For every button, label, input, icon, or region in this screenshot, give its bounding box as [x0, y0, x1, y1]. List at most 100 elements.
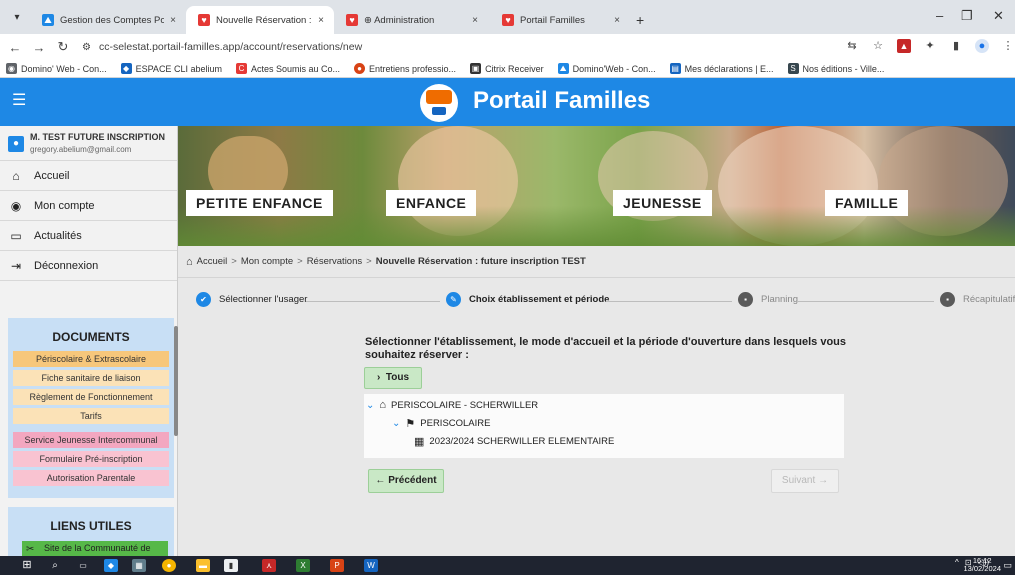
- tous-button[interactable]: › Tous: [364, 367, 422, 389]
- browser-tab-administration[interactable]: ♥ ⊕ Administration ×: [334, 6, 488, 34]
- browser-tab-gestion-comptes[interactable]: ⛰ Gestion des Comptes Portail ×: [30, 6, 186, 34]
- sidebar-item-actualites[interactable]: ▭ Actualités: [0, 221, 177, 251]
- word-icon[interactable]: W: [364, 559, 378, 572]
- portail-familles-logo[interactable]: [420, 84, 458, 122]
- breadcrumb-item-mon-compte[interactable]: Mon compte: [241, 256, 293, 267]
- site-settings-icon[interactable]: ⚙: [82, 42, 91, 53]
- bookmark-label: ESPACE CLI abelium: [135, 63, 222, 74]
- excel-icon[interactable]: X: [296, 559, 310, 572]
- entretiens-icon: ●: [354, 63, 366, 74]
- calculator-app-icon[interactable]: ▦: [132, 559, 146, 572]
- tab-close-icon[interactable]: ×: [318, 15, 324, 26]
- profile-avatar-icon[interactable]: ●: [975, 39, 989, 53]
- signpost-icon: ⚑: [405, 418, 416, 430]
- arrow-right-icon: →: [818, 475, 829, 486]
- bookmark-item[interactable]: ⛰ Domino'Web - Con...: [557, 63, 656, 74]
- search-icon[interactable]: ⌕: [48, 559, 62, 572]
- tab-favicon-icon: ♥: [502, 14, 514, 26]
- sidepanel-icon[interactable]: ▮: [949, 39, 963, 53]
- restore-window-icon[interactable]: ❐: [961, 8, 973, 24]
- tab-close-icon[interactable]: ×: [472, 15, 478, 26]
- previous-button[interactable]: ← Précédent: [368, 469, 444, 493]
- bookmark-star-icon[interactable]: ☆: [871, 39, 885, 53]
- abelium-icon: ◆: [120, 63, 132, 74]
- extensions-puzzle-icon[interactable]: ✦: [923, 39, 937, 53]
- tab-close-icon[interactable]: ×: [170, 15, 176, 26]
- browser-tab-portail-familles[interactable]: ♥ Portail Familles ×: [490, 6, 630, 34]
- banner-category-jeunesse[interactable]: JEUNESSE: [613, 190, 712, 216]
- step-selection-usager[interactable]: ✔ Sélectionner l'usager: [196, 292, 307, 307]
- tab-title: Gestion des Comptes Portail: [60, 14, 165, 26]
- back-arrow-icon[interactable]: ←: [6, 40, 24, 55]
- acrobat-icon[interactable]: ⋏: [262, 559, 276, 572]
- powerpoint-icon[interactable]: P: [330, 559, 344, 572]
- bookmark-item[interactable]: ◉ Domino' Web - Con...: [6, 63, 107, 74]
- bookmark-item[interactable]: ▤ Mes déclarations | E...: [669, 63, 774, 74]
- step-choix-etablissement[interactable]: ✎ Choix établissement et période: [446, 292, 609, 307]
- translate-icon[interactable]: ⇆: [845, 39, 859, 53]
- bookmark-item[interactable]: S Nos éditions - Ville...: [787, 63, 884, 74]
- chrome-icon[interactable]: ●: [162, 559, 176, 572]
- user-profile-box[interactable]: ● M. TEST FUTURE INSCRIPTION gregory.abe…: [0, 126, 177, 161]
- chevron-down-icon[interactable]: ⌄: [392, 418, 400, 429]
- forward-arrow-icon[interactable]: →: [30, 40, 48, 55]
- url-text: cc-selestat.portail-familles.app/account…: [98, 41, 363, 53]
- browser-tab-nouvelle-reservation[interactable]: ♥ Nouvelle Réservation : future i ×: [186, 6, 334, 34]
- browser-menu-icon[interactable]: ⋮: [1001, 39, 1015, 53]
- pdf-extension-icon[interactable]: ▲: [897, 39, 911, 53]
- bookmark-item[interactable]: C Actes Soumis au Co...: [235, 63, 340, 74]
- doc-tarifs-link[interactable]: Tarifs: [13, 408, 169, 424]
- new-tab-button[interactable]: +: [636, 12, 644, 28]
- chevron-down-icon[interactable]: ⌄: [366, 400, 374, 411]
- bookmark-item[interactable]: ◆ ESPACE CLI abelium: [120, 63, 222, 74]
- close-window-icon[interactable]: ✕: [993, 8, 1004, 24]
- tree-node-etablissement[interactable]: ⌄ ⌂ PERISCOLAIRE - SCHERWILLER: [366, 399, 538, 411]
- sidebar-item-accueil[interactable]: ⌂ Accueil: [0, 161, 177, 191]
- community-logo-icon: ✂: [26, 544, 35, 555]
- home-icon[interactable]: ⌂: [186, 256, 193, 268]
- tree-node-periode[interactable]: ▦ 2023/2024 SCHERWILLER ELEMENTAIRE: [414, 435, 614, 448]
- notification-icon[interactable]: ▭: [1003, 560, 1012, 571]
- people-app-icon[interactable]: ◆: [104, 559, 118, 572]
- bookmark-label: Mes déclarations | E...: [684, 63, 774, 74]
- breadcrumb-separator: >: [366, 256, 372, 267]
- clock-date: 13/02/2024: [963, 564, 1001, 573]
- domino-icon: ⛰: [557, 63, 569, 74]
- banner-category-famille[interactable]: FAMILLE: [825, 190, 909, 216]
- tab-close-icon[interactable]: ×: [614, 15, 620, 26]
- windows-start-icon[interactable]: ⊞: [20, 559, 34, 572]
- hamburger-menu-icon[interactable]: ☰: [12, 93, 26, 109]
- bookmark-item[interactable]: ● Entretiens professio...: [354, 63, 456, 74]
- banner-category-petite-enfance[interactable]: PETITE ENFANCE: [186, 190, 333, 216]
- bookmark-label: Citrix Receiver: [485, 63, 544, 74]
- doc-autorisation-link[interactable]: Autorisation Parentale: [13, 470, 169, 486]
- doc-periscolaire-link[interactable]: Périscolaire & Extrascolaire: [13, 351, 169, 367]
- bookmark-item[interactable]: ▣ Citrix Receiver: [470, 63, 544, 74]
- address-bar[interactable]: ⚙ cc-selestat.portail-familles.app/accou…: [82, 37, 812, 57]
- taskbar-clock[interactable]: 16:12 13/02/2024: [963, 557, 1001, 573]
- next-button[interactable]: Suivant →: [771, 469, 839, 493]
- breadcrumb-item-reservations[interactable]: Réservations: [307, 256, 362, 267]
- breadcrumb-item-accueil[interactable]: Accueil: [197, 256, 228, 267]
- notepad-icon[interactable]: ▮: [224, 559, 238, 572]
- link-communaute[interactable]: ✂ Site de la Communauté de: [22, 541, 168, 556]
- sidebar-item-mon-compte[interactable]: ◉ Mon compte: [0, 191, 177, 221]
- doc-fiche-sanitaire-link[interactable]: Fiche sanitaire de liaison: [13, 370, 169, 386]
- reservation-wizard: ✔ Sélectionner l'usager ✎ Choix établiss…: [178, 278, 1015, 556]
- reload-icon[interactable]: ↻: [54, 39, 72, 55]
- banner-category-enfance[interactable]: ENFANCE: [386, 190, 477, 216]
- tab-search-chevron-icon[interactable]: ▾: [10, 11, 24, 25]
- tree-node-mode-accueil[interactable]: ⌄ ⚑ PERISCOLAIRE: [392, 417, 490, 430]
- doc-pre-inscription-link[interactable]: Formulaire Pré-inscription: [13, 451, 169, 467]
- chevron-right-icon: ›: [376, 372, 381, 383]
- sidebar-item-deconnexion[interactable]: ⇥ Déconnexion: [0, 251, 177, 281]
- minimize-window-icon[interactable]: –: [936, 8, 943, 23]
- tray-chevron-up-icon[interactable]: ^: [955, 558, 959, 567]
- doc-service-jeunesse-link[interactable]: Service Jeunesse Intercommunal: [13, 432, 169, 448]
- tree-node-label: 2023/2024 SCHERWILLER ELEMENTAIRE: [429, 436, 615, 447]
- doc-reglement-link[interactable]: Règlement de Fonctionnement: [13, 389, 169, 405]
- breadcrumb: ⌂ Accueil > Mon compte > Réservations > …: [178, 246, 1015, 278]
- task-view-icon[interactable]: ▭: [76, 559, 90, 572]
- file-explorer-icon[interactable]: ▬: [196, 559, 210, 572]
- bookmark-label: Domino' Web - Con...: [21, 63, 107, 74]
